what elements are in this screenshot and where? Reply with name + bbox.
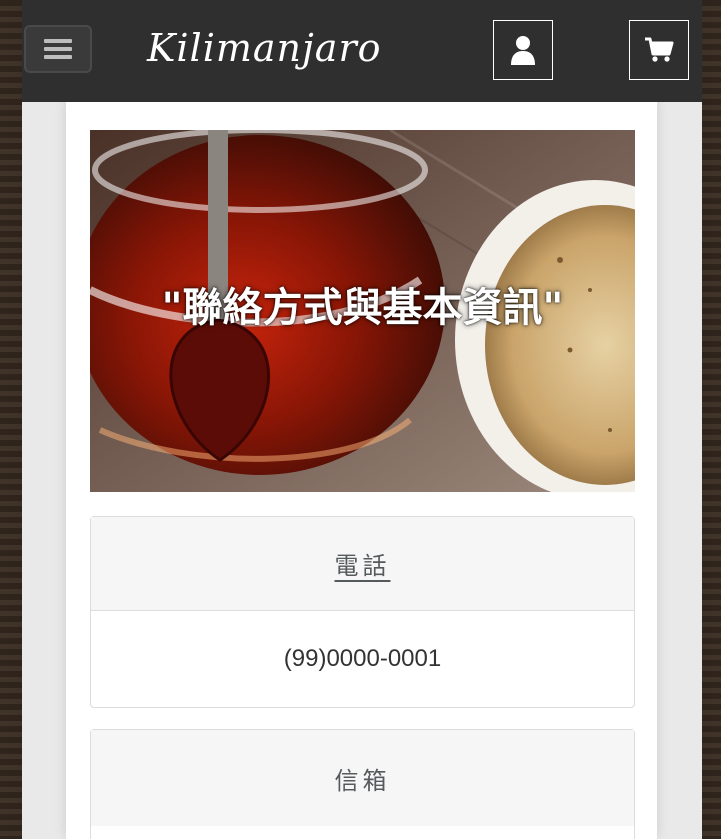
site-logo[interactable]: Kilimanjaro	[147, 18, 407, 78]
email-label: 信箱	[91, 730, 634, 826]
account-button[interactable]	[493, 20, 553, 80]
cart-icon	[645, 37, 674, 62]
email-card: 信箱	[90, 729, 635, 839]
user-icon	[511, 36, 535, 65]
top-navigation-bar: Kilimanjaro	[22, 0, 702, 102]
hamburger-icon	[44, 39, 72, 59]
menu-button[interactable]	[24, 25, 92, 73]
phone-label[interactable]: 電話	[91, 517, 634, 611]
cart-button[interactable]	[629, 20, 689, 80]
hero-banner: "聯絡方式與基本資訊"	[90, 130, 635, 492]
hero-title: "聯絡方式與基本資訊"	[161, 284, 564, 331]
phone-card: 電話 (99)0000-0001	[90, 516, 635, 708]
phone-value: (99)0000-0001	[283, 645, 442, 672]
